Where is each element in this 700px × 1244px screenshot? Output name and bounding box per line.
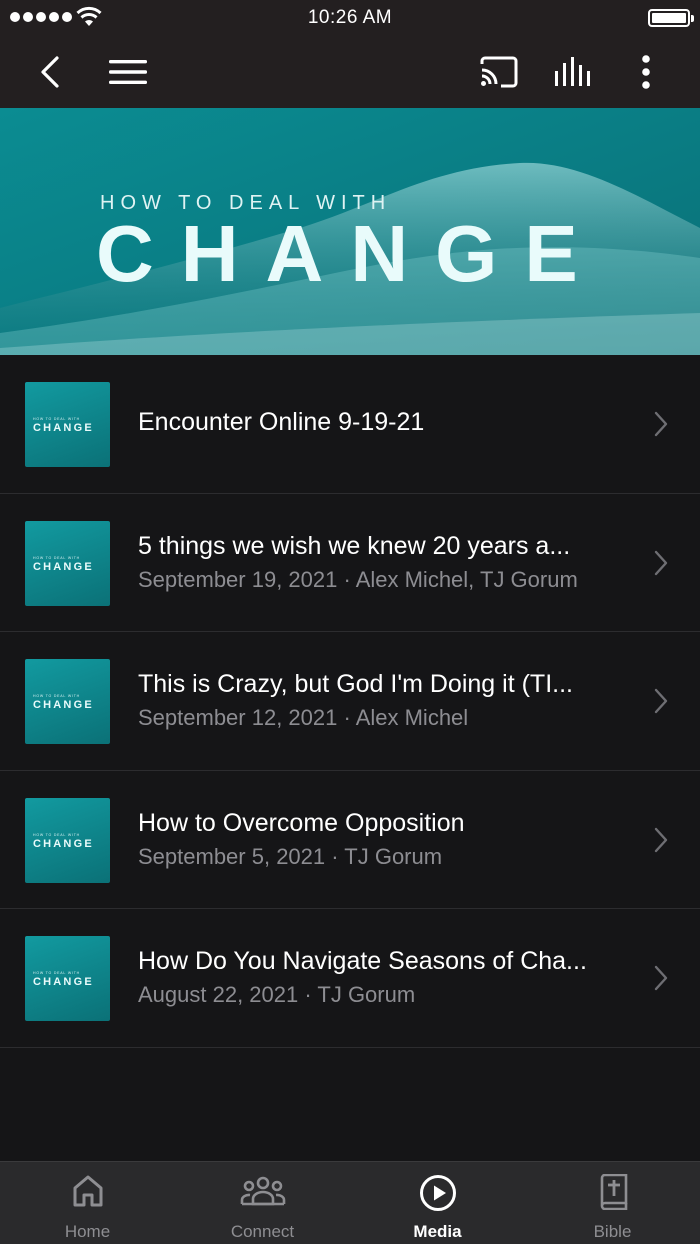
status-time: 10:26 AM [307,7,393,28]
episode-title: This is Crazy, but God I'm Doing it (TI.… [138,670,573,698]
tab-bible[interactable]: Bible [525,1162,700,1244]
cast-icon [480,56,518,88]
episode-thumbnail: HOW TO DEAL WITH CHANGE [25,936,110,1021]
episode-thumbnail: HOW TO DEAL WITH CHANGE [25,659,110,744]
tab-media[interactable]: Media [350,1162,525,1244]
list-item[interactable]: HOW TO DEAL WITH CHANGE How Do You Navig… [0,909,700,1048]
episode-thumbnail: HOW TO DEAL WITH CHANGE [25,382,110,467]
more-options-button[interactable] [626,36,666,108]
hamburger-menu-icon [109,60,147,84]
episode-meta: August 22, 2021 · TJ Gorum [138,982,416,1007]
tab-bar: Home Connect Media Bible [0,1161,700,1244]
chevron-right-icon [654,688,668,714]
list-item[interactable]: HOW TO DEAL WITH CHANGE Encounter Online… [0,355,700,494]
chevron-right-icon [654,411,668,437]
tab-label: Media [413,1222,462,1241]
chevron-right-icon [654,827,668,852]
list-item[interactable]: HOW TO DEAL WITH CHANGE How to Overcome … [0,771,700,909]
navigation-bar [0,36,700,108]
more-vertical-icon [642,55,650,89]
home-icon [73,1175,102,1207]
episode-thumbnail: HOW TO DEAL WITH CHANGE [25,520,110,606]
status-bar: 10:26 AM [0,0,700,36]
audio-levels-button[interactable] [548,36,598,108]
episode-list: HOW TO DEAL WITH CHANGE Encounter Online… [0,355,700,1048]
play-circle-icon [419,1175,456,1211]
menu-button[interactable] [104,36,152,108]
episode-title: How Do You Navigate Seasons of Cha... [138,947,587,975]
series-banner: HOW TO DEAL WITH CHANGE [0,108,700,355]
chevron-right-icon [654,550,668,575]
episode-title: How to Overcome Opposition [138,808,465,837]
tab-home[interactable]: Home [0,1162,175,1244]
people-icon [240,1176,285,1206]
episode-meta: September 12, 2021 · Alex Michel [138,705,469,730]
equalizer-icon [555,57,590,86]
tab-label: Connect [230,1222,295,1241]
tab-label: Bible [593,1222,632,1241]
cast-button[interactable] [474,36,524,108]
tab-label: Home [64,1222,111,1241]
episode-title: Encounter Online 9-19-21 [138,408,425,436]
tab-connect[interactable]: Connect [175,1162,350,1244]
episode-title: 5 things we wish we knew 20 years a... [138,531,571,560]
back-button[interactable] [28,36,72,108]
back-chevron-icon [41,56,59,88]
banner-title: CHANGE [96,209,605,298]
bible-icon [600,1174,627,1210]
chevron-right-icon [654,965,668,991]
episode-meta: September 19, 2021 · Alex Michel, TJ Gor… [138,566,578,592]
list-item[interactable]: HOW TO DEAL WITH CHANGE 5 things we wish… [0,494,700,632]
episode-meta: September 5, 2021 · TJ Gorum [138,843,443,869]
battery-icon [648,9,694,27]
episode-thumbnail: HOW TO DEAL WITH CHANGE [25,797,110,883]
list-item[interactable]: HOW TO DEAL WITH CHANGE This is Crazy, b… [0,632,700,771]
